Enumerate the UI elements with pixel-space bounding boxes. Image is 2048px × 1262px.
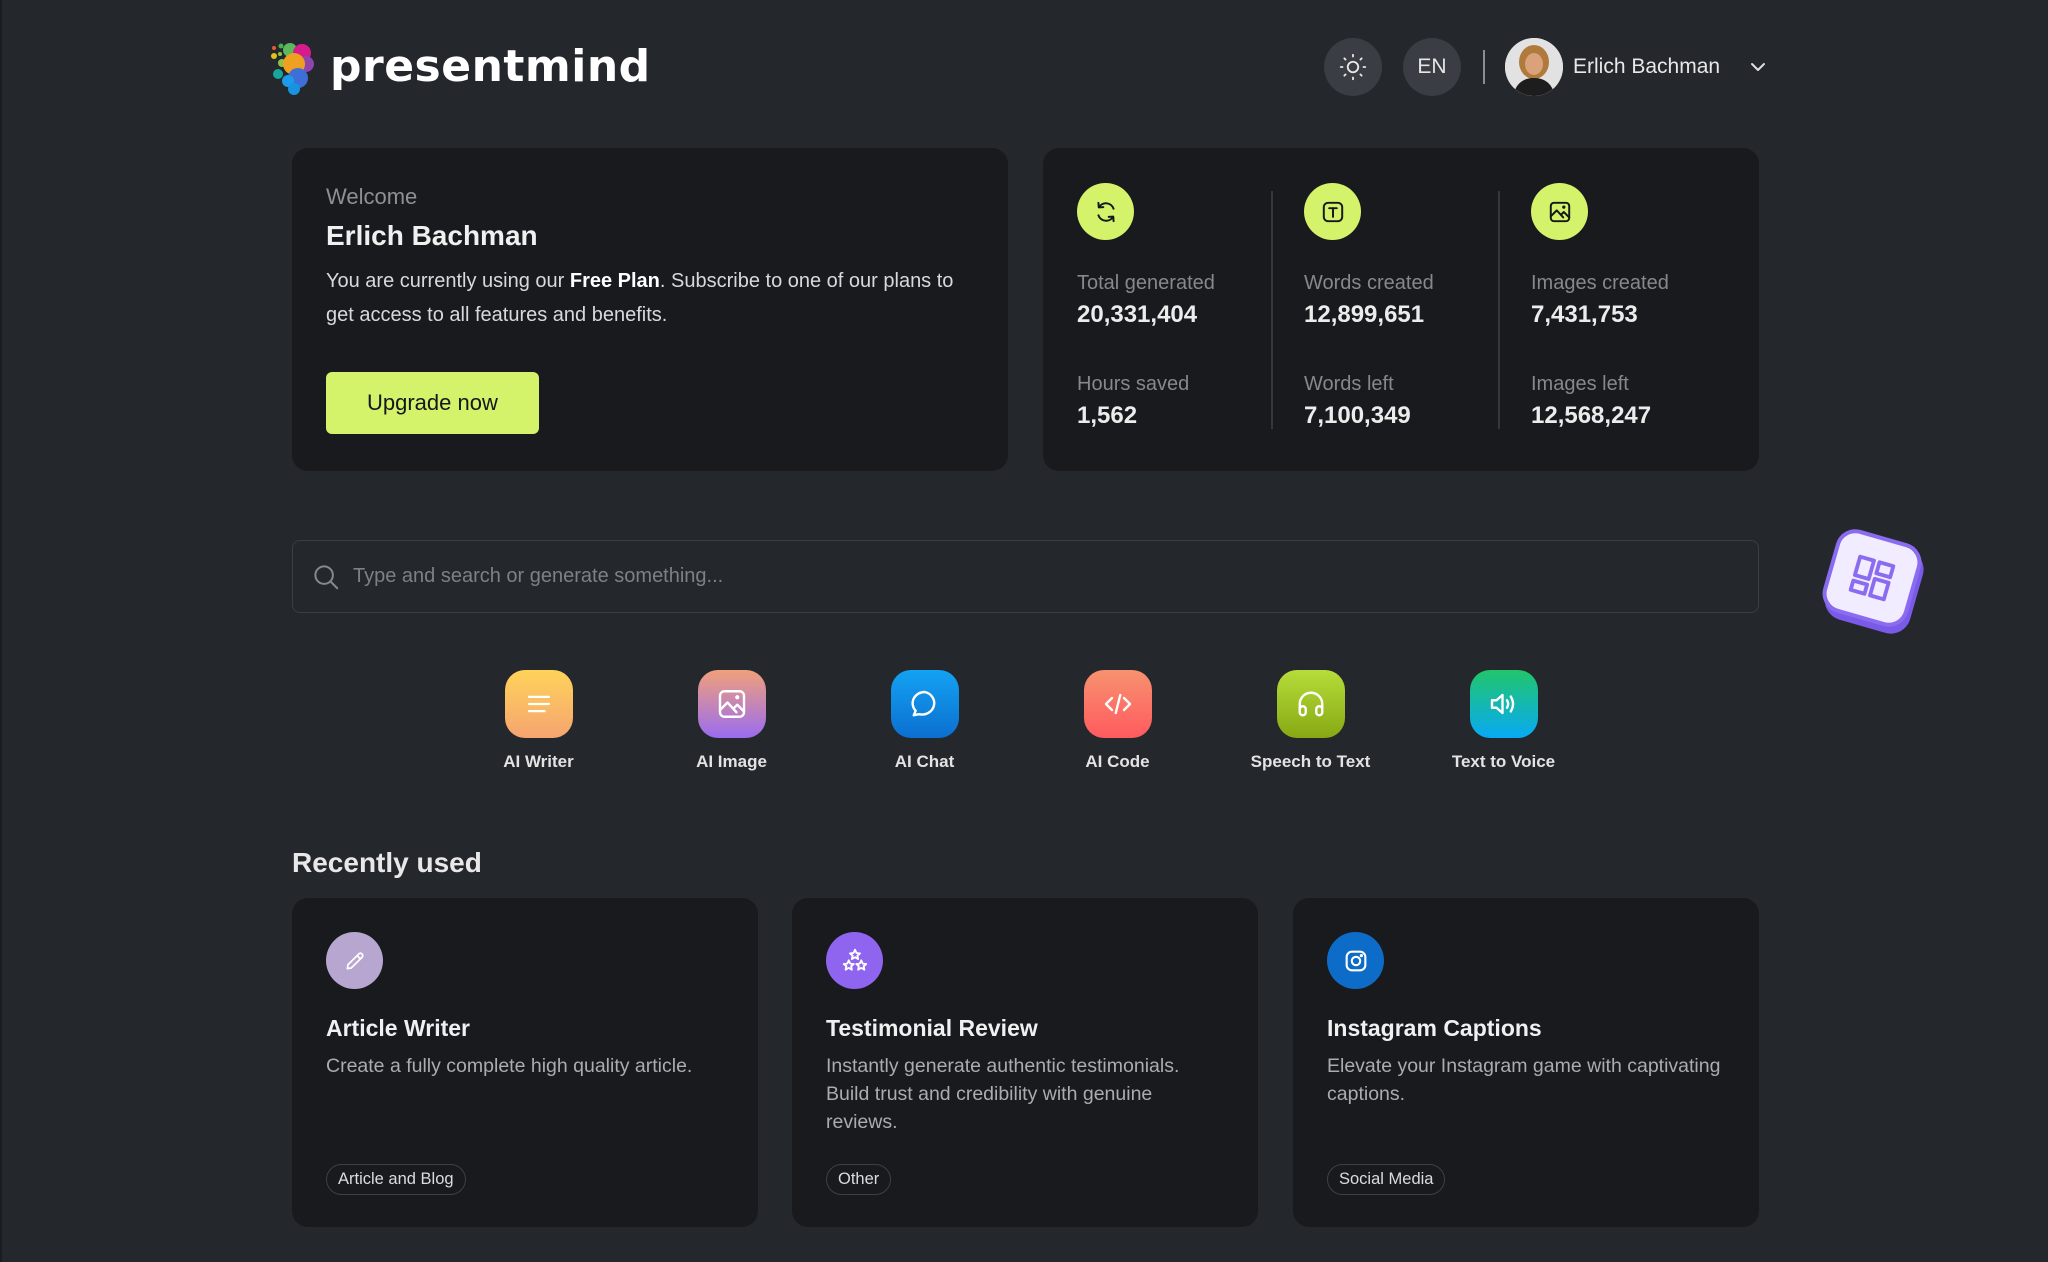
recent-card-title: Article Writer bbox=[326, 1015, 471, 1041]
tool-label: AI Chat bbox=[894, 752, 955, 771]
search-bar[interactable] bbox=[292, 540, 1759, 613]
category-tag[interactable]: Social Media bbox=[1327, 1164, 1446, 1195]
tool-label: AI Image bbox=[696, 752, 767, 771]
stat-value: 20,331,404 bbox=[1077, 301, 1198, 328]
welcome-user-name: Erlich Bachman bbox=[326, 220, 538, 251]
pencil-icon bbox=[326, 932, 383, 989]
tool-shortcuts: AI Writer AI Image AI Chat AI Code Speec… bbox=[442, 670, 1642, 772]
tool-ai-code[interactable]: AI Code bbox=[1021, 670, 1214, 772]
lines-icon bbox=[504, 670, 573, 738]
tool-label: AI Code bbox=[1085, 752, 1150, 771]
tool-speech-to-text[interactable]: Speech to Text bbox=[1214, 670, 1407, 772]
stat-column-words: Words created 12,899,651 Words left 7,10… bbox=[1271, 148, 1498, 471]
upgrade-button[interactable]: Upgrade now bbox=[326, 372, 539, 434]
recent-card-description: Elevate your Instagram game with captiva… bbox=[1327, 1055, 1721, 1105]
text-icon bbox=[1304, 183, 1361, 240]
chat-bubble-icon bbox=[890, 670, 959, 738]
tool-ai-chat[interactable]: AI Chat bbox=[828, 670, 1021, 772]
stat-label: Total generated bbox=[1077, 272, 1215, 294]
tool-ai-writer[interactable]: AI Writer bbox=[442, 670, 635, 772]
search-input[interactable] bbox=[353, 565, 1733, 588]
stat-value: 12,568,247 bbox=[1531, 402, 1652, 429]
stat-label: Words left bbox=[1304, 373, 1394, 395]
header-divider bbox=[1483, 50, 1485, 84]
tool-label: Speech to Text bbox=[1250, 752, 1371, 771]
category-tag[interactable]: Other bbox=[826, 1164, 892, 1195]
brand-logo[interactable]: presentmind bbox=[268, 36, 651, 96]
sun-icon bbox=[1339, 53, 1367, 81]
recent-card-testimonial-review[interactable]: Testimonial Review Instantly generate au… bbox=[792, 898, 1258, 1227]
stat-label: Images created bbox=[1531, 272, 1669, 294]
recent-card-instagram-captions[interactable]: Instagram Captions Elevate your Instagra… bbox=[1293, 898, 1759, 1227]
stat-label: Images left bbox=[1531, 373, 1629, 395]
stat-column-total: Total generated 20,331,404 Hours saved 1… bbox=[1077, 148, 1271, 471]
tool-ai-image[interactable]: AI Image bbox=[635, 670, 828, 772]
apps-grid-button[interactable] bbox=[1817, 524, 1927, 632]
recent-card-description: Instantly generate authentic testimonial… bbox=[826, 1055, 1180, 1133]
recent-card-article-writer[interactable]: Article Writer Create a fully complete h… bbox=[292, 898, 758, 1227]
chevron-down-icon bbox=[1751, 63, 1766, 71]
stat-label: Words created bbox=[1304, 272, 1434, 294]
instagram-icon bbox=[1327, 932, 1384, 989]
stat-column-images: Images created 7,431,753 Images left 12,… bbox=[1498, 148, 1725, 471]
stat-divider bbox=[1271, 191, 1273, 429]
tool-label: AI Writer bbox=[503, 752, 574, 771]
stat-label: Hours saved bbox=[1077, 373, 1190, 395]
stat-value: 7,431,753 bbox=[1531, 301, 1638, 328]
speaker-icon bbox=[1469, 670, 1538, 738]
tool-text-to-voice[interactable]: Text to Voice bbox=[1407, 670, 1600, 772]
stars-icon bbox=[826, 932, 883, 989]
grid-icon bbox=[1848, 554, 1896, 602]
refresh-icon bbox=[1077, 183, 1134, 240]
language-button[interactable]: EN bbox=[1403, 38, 1461, 96]
code-icon bbox=[1083, 670, 1152, 738]
plan-name: Free Plan bbox=[569, 270, 660, 292]
theme-toggle-button[interactable] bbox=[1324, 38, 1382, 96]
welcome-card: Welcome Erlich Bachman You are currently… bbox=[292, 148, 1008, 471]
tool-label: Text to Voice bbox=[1451, 752, 1556, 771]
user-name: Erlich Bachman bbox=[1573, 55, 1721, 78]
stat-value: 12,899,651 bbox=[1304, 301, 1425, 328]
plan-message: You are currently using our Free Plan. S… bbox=[326, 270, 954, 326]
user-menu[interactable]: Erlich Bachman bbox=[1505, 38, 1768, 96]
recent-card-title: Instagram Captions bbox=[1327, 1015, 1542, 1041]
headphones-icon bbox=[1276, 670, 1345, 738]
usage-stats-card: Total generated 20,331,404 Hours saved 1… bbox=[1043, 148, 1759, 471]
stat-divider bbox=[1498, 191, 1500, 429]
recently-used-heading: Recently used bbox=[292, 847, 482, 878]
category-tag[interactable]: Article and Blog bbox=[326, 1164, 466, 1195]
brain-logo-icon bbox=[271, 43, 314, 95]
search-icon bbox=[314, 564, 339, 589]
recent-card-description: Create a fully complete high quality art… bbox=[326, 1055, 693, 1077]
stat-value: 1,562 bbox=[1077, 402, 1138, 429]
image-icon bbox=[1531, 183, 1588, 240]
avatar bbox=[1505, 38, 1563, 96]
welcome-greeting: Welcome bbox=[326, 184, 418, 209]
image-icon bbox=[697, 670, 766, 738]
brand-name: presentmind bbox=[330, 40, 651, 92]
recent-card-title: Testimonial Review bbox=[826, 1015, 1038, 1041]
stat-value: 7,100,349 bbox=[1304, 402, 1411, 429]
